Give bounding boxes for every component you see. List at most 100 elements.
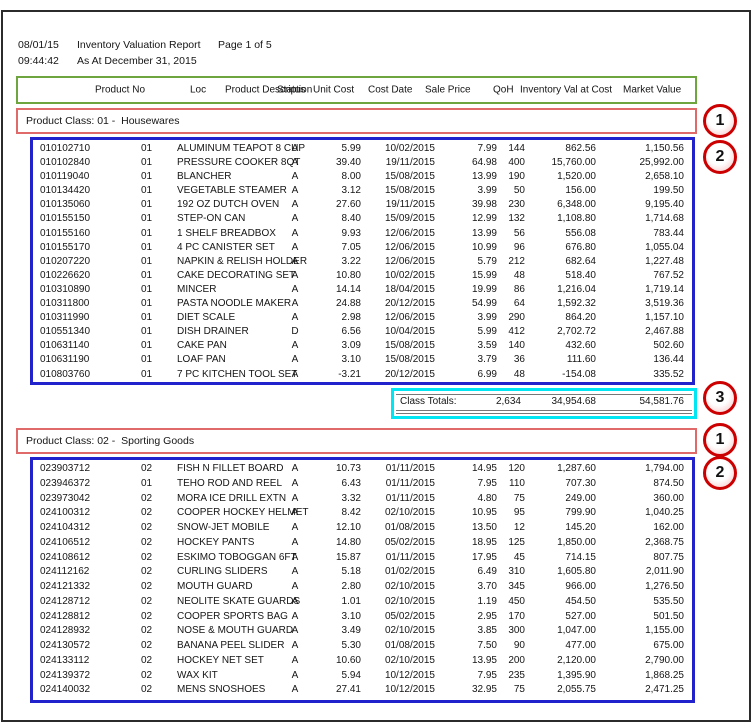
cell-product-no: 024128812 [33,610,127,625]
cell-inventory-val-at-cost: 1,592.32 [525,297,597,311]
cell-qoh: 64 [499,297,525,311]
cell-loc: 01 [127,227,159,241]
cell-inventory-val-at-cost: 1,520.00 [525,170,597,184]
table-row: 01055134001DISH DRAINERD6.5610/04/20155.… [33,325,692,339]
cell-inventory-val-at-cost: 15,760.00 [525,156,597,170]
cell-product-no: 010155150 [33,212,127,226]
product-class-header: Product Class: 01 - Housewares [16,108,697,134]
cell-cost-date: 19/11/2015 [361,156,437,170]
cell-unit-cost: 14.14 [307,283,361,297]
product-class-label: Product Class: 02 - Sporting Goods [18,435,194,447]
cell-description: DIET SCALE [159,311,283,325]
cell-inventory-val-at-cost: 249.00 [525,492,597,507]
cell-sale-price: 3.70 [437,580,499,595]
cell-cost-date: 02/10/2015 [361,654,437,669]
cell-loc: 01 [127,477,159,492]
cell-description: PRESSURE COOKER 8QT [159,156,283,170]
cell-cost-date: 10/04/2015 [361,325,437,339]
callout-circle-class-totals: 3 [703,381,737,415]
cell-inventory-val-at-cost: 1,047.00 [525,624,597,639]
cell-unit-cost: 5.99 [307,142,361,156]
table-row: 01063119001LOAF PANA3.1015/08/20153.7936… [33,353,692,367]
cell-sale-price: 64.98 [437,156,499,170]
cell-market-value: 1,227.48 [597,255,692,269]
cell-qoh: 190 [499,170,525,184]
cell-status: A [283,551,307,566]
cell-qoh: 48 [499,368,525,382]
cell-description: 4 PC CANISTER SET [159,241,283,255]
cell-loc: 02 [127,610,159,625]
cell-description: NEOLITE SKATE GUARDS [159,595,283,610]
table-row: 01013506001192 OZ DUTCH OVENA27.6019/11/… [33,198,692,212]
cell-cost-date: 15/09/2015 [361,212,437,226]
cell-sale-price: 12.99 [437,212,499,226]
cell-unit-cost: 6.43 [307,477,361,492]
cell-unit-cost: 12.10 [307,521,361,536]
cell-status: A [283,255,307,269]
cell-sale-price: 3.79 [437,353,499,367]
cell-unit-cost: 10.60 [307,654,361,669]
cell-qoh: 36 [499,353,525,367]
cell-loc: 01 [127,212,159,226]
cell-product-no: 024112162 [33,565,127,580]
callout-circle-table-rows: 2 [703,140,737,174]
cell-inventory-val-at-cost: 2,055.75 [525,683,597,698]
cell-description: HOCKEY NET SET [159,654,283,669]
cell-unit-cost: 6.56 [307,325,361,339]
cell-unit-cost: -3.21 [307,368,361,382]
table-row: 02414003202MENS SNOSHOESA27.4110/12/2015… [33,683,692,698]
col-header-market-value: Market Value [623,85,681,96]
cell-status: A [283,339,307,353]
cell-description: MINCER [159,283,283,297]
cell-description: HOCKEY PANTS [159,536,283,551]
cell-loc: 01 [127,142,159,156]
cell-cost-date: 02/10/2015 [361,506,437,521]
col-header-product-no: Product No [95,85,145,96]
table-row: 01010284001PRESSURE COOKER 8QTA39.4019/1… [33,156,692,170]
cell-qoh: 140 [499,339,525,353]
table-row: 01011904001BLANCHERA8.0015/08/201513.991… [33,170,692,184]
cell-product-no: 023946372 [33,477,127,492]
table-rows: 01010271001ALUMINUM TEAPOT 8 CUPA5.9910/… [33,142,692,382]
cell-sale-price: 7.99 [437,142,499,156]
cell-inventory-val-at-cost: 966.00 [525,580,597,595]
report-page: 08/01/15 09:44:42 Inventory Valuation Re… [0,0,752,724]
cell-sale-price: 13.99 [437,170,499,184]
cell-product-no: 024140032 [33,683,127,698]
cell-loc: 01 [127,156,159,170]
table-row: 02410031202COOPER HOCKEY HELMETA8.4202/1… [33,506,692,521]
cell-loc: 02 [127,639,159,654]
table-row: 010155170014 PC CANISTER SETA7.0512/06/2… [33,241,692,255]
cell-cost-date: 10/12/2015 [361,669,437,684]
report-title: Inventory Valuation Report [77,39,201,51]
cell-loc: 01 [127,255,159,269]
cell-market-value: 2,368.75 [597,536,692,551]
table-row: 01010271001ALUMINUM TEAPOT 8 CUPA5.9910/… [33,142,692,156]
cell-market-value: 2,011.90 [597,565,692,580]
cell-product-no: 023973042 [33,492,127,507]
cell-sale-price: 7.95 [437,669,499,684]
cell-product-no: 010155160 [33,227,127,241]
cell-description: ESKIMO TOBOGGAN 6FT [159,551,283,566]
cell-inventory-val-at-cost: -154.08 [525,368,597,382]
cell-market-value: 501.50 [597,610,692,625]
cell-cost-date: 20/12/2015 [361,368,437,382]
cell-description: DISH DRAINER [159,325,283,339]
cell-product-no: 010311800 [33,297,127,311]
cell-cost-date: 12/06/2015 [361,227,437,241]
callout-number: 3 [716,389,725,407]
cell-status: A [283,170,307,184]
cell-market-value: 3,519.36 [597,297,692,311]
cell-product-no: 010134420 [33,184,127,198]
callout-number: 2 [716,464,725,482]
class-totals-qoh: 2,634 [466,395,521,409]
cell-unit-cost: 5.18 [307,565,361,580]
cell-qoh: 412 [499,325,525,339]
table-row: 01063114001CAKE PANA3.0915/08/20153.5914… [33,339,692,353]
cell-status: A [283,212,307,226]
cell-cost-date: 01/08/2015 [361,521,437,536]
cell-sale-price: 1.19 [437,595,499,610]
cell-cost-date: 01/11/2015 [361,551,437,566]
cell-product-no: 024108612 [33,551,127,566]
table-row: 02397304202MORA ICE DRILL EXTNA3.3201/11… [33,492,692,507]
